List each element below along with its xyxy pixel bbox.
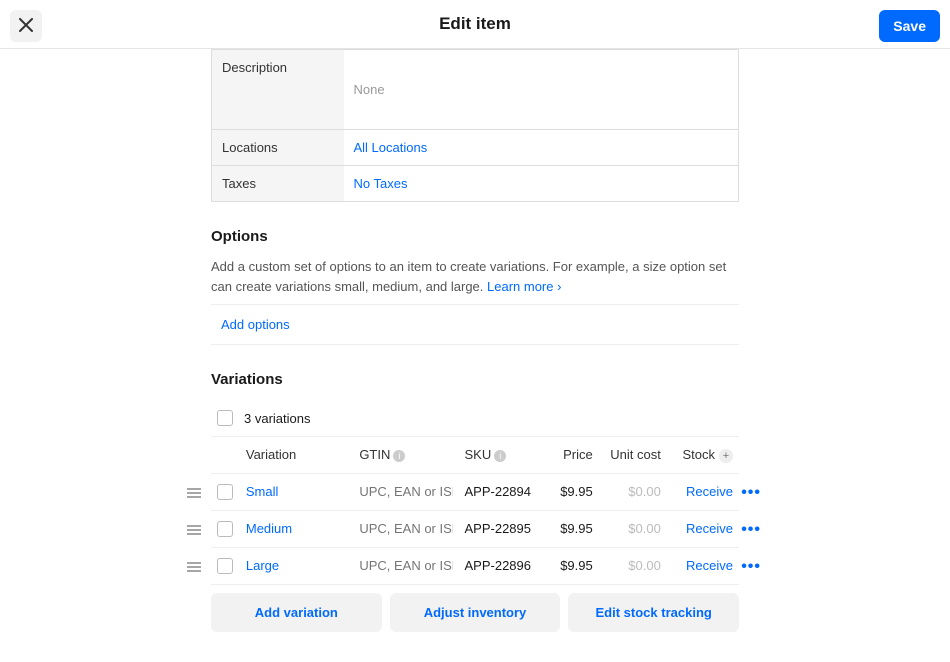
variations-table: Variation GTINi SKUi Price Unit cost Sto… [211,437,739,585]
unit-cost-cell[interactable]: $0.00 [599,547,667,584]
learn-more-link[interactable]: Learn more › [487,279,561,294]
header-unit-cost: Unit cost [599,437,667,473]
variation-name-link[interactable]: Small [246,484,279,499]
table-row: SmallAPP-22894$9.95$0.00Receive••• [211,473,739,510]
action-buttons: Add variation Adjust inventory Edit stoc… [211,593,739,632]
adjust-inventory-button[interactable]: Adjust inventory [390,593,561,632]
header-stock: Stock+ [667,437,739,473]
taxes-value[interactable]: No Taxes [354,176,408,191]
variation-name-link[interactable]: Large [246,558,279,573]
edit-stock-tracking-button[interactable]: Edit stock tracking [568,593,739,632]
close-icon [19,18,33,35]
close-button[interactable] [10,10,42,42]
gtin-input[interactable] [359,521,452,536]
description-label: Description [212,50,344,130]
table-row: MediumAPP-22895$9.95$0.00Receive••• [211,510,739,547]
header-bar: Edit item Save [0,0,950,49]
unit-cost-cell[interactable]: $0.00 [599,510,667,547]
add-variation-button[interactable]: Add variation [211,593,382,632]
taxes-label: Taxes [212,166,344,202]
more-menu-icon[interactable]: ••• [741,484,761,502]
select-all-checkbox[interactable] [217,410,233,426]
locations-row: Locations All Locations [212,130,739,166]
save-button[interactable]: Save [879,10,940,42]
description-value[interactable]: None [354,82,385,97]
details-table: Description None Locations All Locations… [211,49,739,202]
drag-handle-icon[interactable] [187,486,201,501]
row-checkbox[interactable] [217,558,233,574]
locations-value[interactable]: All Locations [354,140,428,155]
variations-title: Variations [211,371,739,388]
more-menu-icon[interactable]: ••• [741,558,761,576]
price-cell[interactable]: $9.95 [539,473,599,510]
receive-link[interactable]: Receive [686,558,733,573]
drag-handle-icon[interactable] [187,560,201,575]
gtin-input[interactable] [359,484,452,499]
unit-cost-cell[interactable]: $0.00 [599,473,667,510]
options-description: Add a custom set of options to an item t… [211,257,739,296]
price-cell[interactable]: $9.95 [539,510,599,547]
header-sku: SKUi [459,437,539,473]
header-variation: Variation [240,437,353,473]
price-cell[interactable]: $9.95 [539,547,599,584]
header-price: Price [539,437,599,473]
info-icon[interactable]: i [393,450,405,462]
gtin-input[interactable] [359,558,452,573]
table-row: LargeAPP-22896$9.95$0.00Receive••• [211,547,739,584]
receive-link[interactable]: Receive [686,521,733,536]
plus-icon[interactable]: + [719,449,733,463]
info-icon[interactable]: i [494,450,506,462]
more-menu-icon[interactable]: ••• [741,521,761,539]
variations-count-row: 3 variations [211,400,739,437]
locations-label: Locations [212,130,344,166]
description-row: Description None [212,50,739,130]
variations-count-label: 3 variations [244,411,310,426]
sku-cell[interactable]: APP-22895 [459,510,539,547]
taxes-row: Taxes No Taxes [212,166,739,202]
receive-link[interactable]: Receive [686,484,733,499]
drag-handle-icon[interactable] [187,523,201,538]
row-checkbox[interactable] [217,484,233,500]
options-title: Options [211,228,739,245]
row-checkbox[interactable] [217,521,233,537]
sku-cell[interactable]: APP-22894 [459,473,539,510]
page-title: Edit item [439,14,511,34]
sku-cell[interactable]: APP-22896 [459,547,539,584]
variation-name-link[interactable]: Medium [246,521,292,536]
header-gtin: GTINi [353,437,458,473]
add-options-link[interactable]: Add options [221,317,290,332]
